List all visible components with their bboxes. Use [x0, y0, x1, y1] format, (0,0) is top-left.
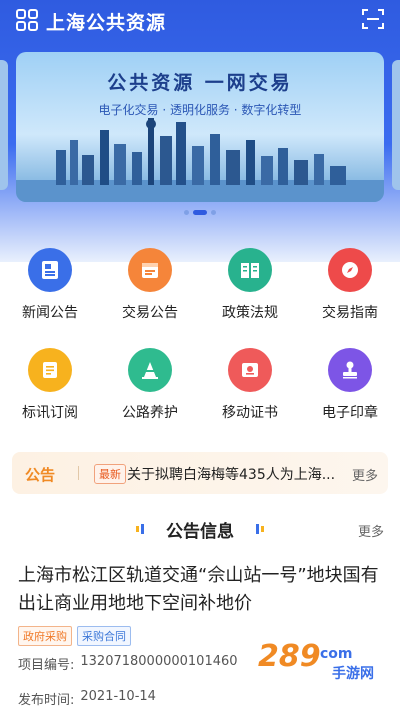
grid-label: 交易公告 — [122, 305, 178, 321]
grid-item-policy[interactable]: 政策法规 — [200, 248, 300, 322]
grid-label: 政策法规 — [222, 305, 278, 321]
divider — [78, 466, 79, 480]
notice-more-link[interactable]: 更多 — [352, 465, 378, 484]
title-decoration-icon — [256, 524, 264, 534]
grid-label: 移动证书 — [222, 405, 278, 421]
tag-procurement-contract: 采购合同 — [77, 626, 131, 646]
publish-time-label: 发布时间: — [18, 693, 75, 708]
banner-prev-peek[interactable] — [0, 60, 8, 190]
svg-text:289: 289 — [258, 639, 321, 674]
grid-label: 新闻公告 — [22, 305, 78, 321]
compass-icon — [328, 248, 372, 292]
banner-carousel[interactable]: 公共资源 一网交易 电子化交易 · 透明化服务 · 数字化转型 — [16, 52, 384, 202]
news-icon — [28, 248, 72, 292]
banner-next-peek[interactable] — [392, 60, 400, 190]
app-title: 上海公共资源 — [46, 12, 167, 34]
grid-label: 公路养护 — [122, 405, 178, 421]
grid-label: 交易指南 — [322, 305, 378, 321]
grid-label: 电子印章 — [322, 405, 378, 421]
grid-label: 标讯订阅 — [22, 405, 78, 421]
announcement-card[interactable]: 上海市松江区轨道交通“佘山站一号”地块国有出让商业用地地下空间补地价 政府采购 … — [18, 562, 382, 708]
svg-text:com: com — [320, 646, 353, 662]
new-badge: 最新 — [94, 464, 126, 484]
calendar-icon — [128, 248, 172, 292]
carousel-indicator — [0, 210, 400, 215]
grid-item-trade-notice[interactable]: 交易公告 — [100, 248, 200, 322]
tag-government-procurement: 政府采购 — [18, 626, 72, 646]
project-number-label: 项目编号: — [18, 658, 75, 673]
top-bar: 上海公共资源 — [0, 0, 400, 42]
banner-title: 公共资源 一网交易 — [107, 72, 293, 94]
project-number: 1320718000000101460 — [80, 654, 238, 669]
cone-icon — [128, 348, 172, 392]
section-header: 公告信息 更多 — [0, 515, 400, 543]
book-icon — [228, 248, 272, 292]
publish-date: 2021-10-14 — [80, 689, 156, 704]
subscribe-icon — [28, 348, 72, 392]
grid-item-guide[interactable]: 交易指南 — [300, 248, 400, 322]
grid-item-news[interactable]: 新闻公告 — [0, 248, 100, 322]
grid-item-subscribe[interactable]: 标讯订阅 — [0, 348, 100, 422]
notice-text[interactable]: 关于拟聘白海梅等435人为上海... — [127, 464, 349, 484]
city-skyline-image — [16, 118, 384, 202]
carousel-dot[interactable] — [184, 210, 189, 215]
notice-bar[interactable]: 公告 最新 关于拟聘白海梅等435人为上海... 更多 — [12, 452, 388, 494]
grid-item-certificate[interactable]: 移动证书 — [200, 348, 300, 422]
grid-logo-icon — [16, 9, 38, 31]
section-more-link[interactable]: 更多 — [358, 521, 384, 540]
publish-time-row: 发布时间: 2021-10-14 — [18, 689, 382, 708]
certificate-icon — [228, 348, 272, 392]
svg-text:手游网: 手游网 — [332, 665, 374, 682]
notice-logo: 公告 — [25, 466, 56, 484]
carousel-dot-active[interactable] — [193, 210, 207, 215]
stamp-icon — [328, 348, 372, 392]
scan-icon[interactable] — [362, 8, 384, 30]
grid-item-road[interactable]: 公路养护 — [100, 348, 200, 422]
section-title: 公告信息 — [166, 522, 234, 542]
announcement-title[interactable]: 上海市松江区轨道交通“佘山站一号”地块国有出让商业用地地下空间补地价 — [18, 562, 382, 618]
watermark-logo: 289 com 手游网 — [258, 639, 374, 682]
grid-item-seal[interactable]: 电子印章 — [300, 348, 400, 422]
carousel-dot[interactable] — [211, 210, 216, 215]
